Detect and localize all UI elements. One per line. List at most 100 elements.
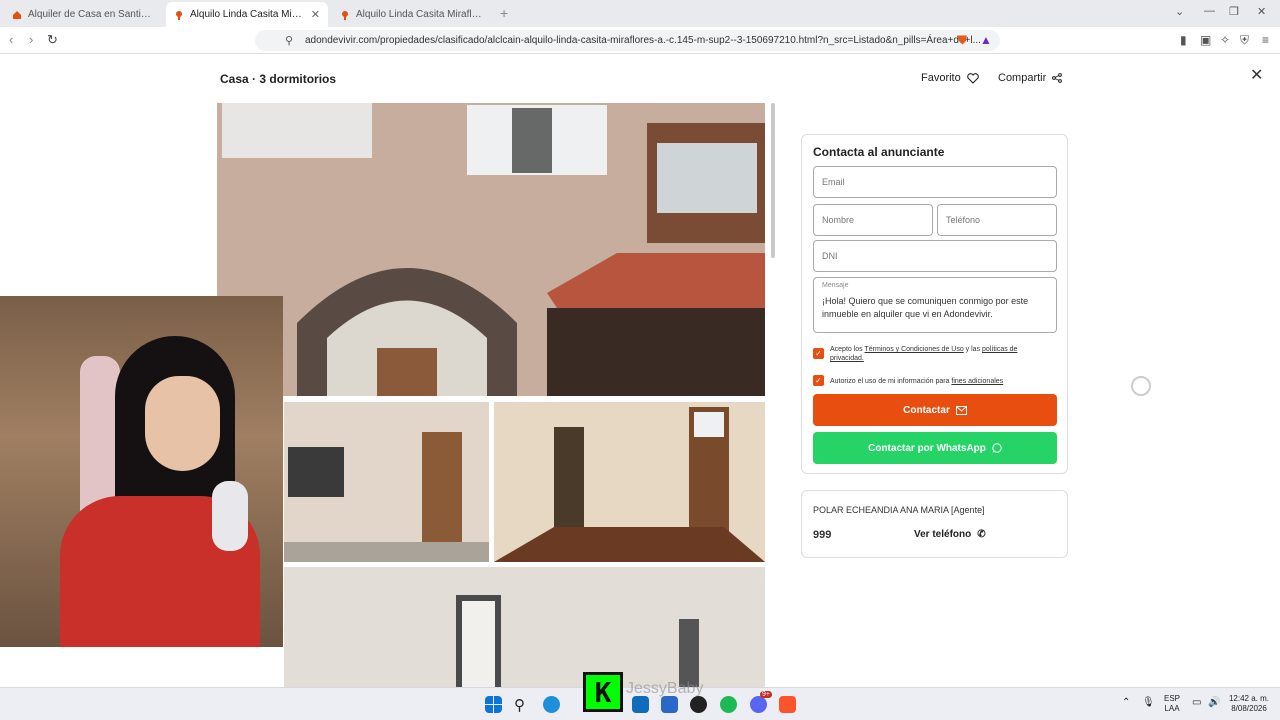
maximize-icon[interactable]: ❐ — [1229, 5, 1239, 18]
outlook-icon[interactable] — [632, 696, 649, 713]
tab-title: Alquilo Linda Casita Miraflores (A. C — [356, 9, 484, 20]
tab-alquiler-santiago[interactable]: Alquiler de Casa en Santiago de Surc — [4, 2, 162, 27]
address-bar[interactable]: adondevivir.com/propiedades/clasificado/… — [255, 30, 1000, 51]
sidebar-icon[interactable]: ▮ — [1180, 33, 1187, 47]
phone-icon: ✆ — [977, 529, 986, 540]
listing-photo-hallway[interactable] — [494, 402, 765, 562]
mic-tray-icon[interactable]: 🎙 — [1142, 698, 1155, 708]
browser-toolbar: ‹ › ↻ ⌑ adondevivir.com/propiedades/clas… — [0, 27, 1280, 54]
whatsapp-button[interactable]: Contactar por WhatsApp — [813, 432, 1057, 464]
terms-prefix: Acepto los — [830, 346, 865, 353]
tab-title: Alquilo Linda Casita Miraflores (A. — [190, 9, 305, 20]
favorite-label: Favorito — [921, 72, 961, 84]
show-phone-label: Ver teléfono — [914, 529, 972, 540]
terms-text: Acepto los Términos y Condiciones de Uso… — [830, 345, 1050, 363]
store-icon[interactable] — [661, 696, 678, 713]
tab-alquilo-linda-casita-active[interactable]: Alquilo Linda Casita Miraflores (A. ✕ — [166, 2, 328, 27]
kick-logo: K — [583, 672, 623, 712]
email-placeholder: Email — [822, 177, 845, 187]
share-label: Compartir — [998, 72, 1047, 84]
house-facade-illustration — [217, 103, 765, 396]
reload-icon[interactable]: ↻ — [47, 32, 58, 48]
contact-form-card: Contacta al anunciante Email Nombre Telé… — [801, 134, 1068, 474]
interior-photo-illustration — [284, 567, 765, 687]
close-modal-icon[interactable]: ✕ — [1250, 65, 1263, 85]
streamer-face — [145, 376, 220, 471]
leo-ai-icon[interactable]: ✧ — [1220, 33, 1230, 47]
volume-icon[interactable]: 🔊 — [1208, 698, 1220, 708]
back-icon[interactable]: ‹ — [9, 32, 13, 47]
heart-icon — [966, 72, 979, 84]
favorite-button[interactable]: Favorito — [921, 72, 979, 84]
terms-checkbox[interactable]: ✓ — [813, 348, 824, 359]
terms-link[interactable]: Términos y Condiciones de Uso — [865, 346, 964, 353]
tray-chevron-icon[interactable]: ⌃ — [1122, 698, 1130, 708]
whatsapp-icon — [992, 443, 1002, 453]
brave-shields-icon[interactable]: ⛊ — [958, 33, 967, 48]
terms-mid: y las — [963, 346, 983, 353]
language-indicator[interactable]: ESP LAA — [1164, 694, 1180, 714]
contact-button[interactable]: Contactar — [813, 394, 1057, 426]
message-textarea[interactable]: Mensaje ¡Hola! Quiero que se comuniquen … — [813, 277, 1057, 333]
dni-field[interactable]: DNI — [813, 240, 1057, 272]
minimize-icon[interactable]: — — [1204, 5, 1215, 17]
consent-prefix: Autorizo el uso de mi información para — [830, 378, 952, 385]
loading-spinner-icon — [1131, 376, 1151, 396]
obs-icon[interactable] — [690, 696, 707, 713]
gallery-scrollbar[interactable] — [771, 103, 775, 258]
search-icon[interactable]: ⚲ — [514, 696, 531, 714]
spotify-icon[interactable] — [720, 696, 737, 713]
contact-button-label: Contactar — [903, 404, 950, 416]
consent-link[interactable]: fines adicionales — [951, 378, 1003, 385]
share-button[interactable]: Compartir — [998, 72, 1063, 84]
name-field[interactable]: Nombre — [813, 204, 933, 236]
brave-taskbar-icon[interactable] — [779, 696, 796, 713]
close-tab-icon[interactable]: ✕ — [311, 8, 320, 21]
listing-heading: Casa · 3 dormitorios — [220, 72, 337, 86]
whatsapp-button-label: Contactar por WhatsApp — [868, 442, 986, 454]
contact-form-title: Contacta al anunciante — [813, 145, 945, 159]
site-favicon-icon — [13, 10, 21, 19]
new-tab-icon[interactable]: + — [500, 5, 508, 21]
streamer-webcam-overlay — [0, 296, 283, 647]
show-phone-button[interactable]: Ver teléfono ✆ — [914, 529, 986, 540]
network-icon[interactable]: ▭ — [1192, 698, 1201, 708]
site-favicon-icon — [342, 10, 348, 20]
door-photo-illustration — [284, 402, 489, 562]
clock[interactable]: 12:42 a. m. 8/08/2026 — [1226, 694, 1272, 714]
name-placeholder: Nombre — [822, 215, 855, 225]
windows-taskbar: ⚲ K JessyBaby 9+ ⌃ 🎙 ESP LAA ▭ 🔊 12:42 a… — [0, 672, 1280, 720]
forward-icon[interactable]: › — [29, 32, 33, 47]
menu-icon[interactable]: ≡ — [1262, 33, 1269, 47]
close-window-icon[interactable]: ✕ — [1257, 5, 1266, 18]
email-field[interactable]: Email — [813, 166, 1057, 198]
microphone — [212, 481, 248, 551]
wallet-icon[interactable]: ▣ — [1200, 33, 1211, 47]
agent-name: POLAR ECHEANDIA ANA MARIA [Agente] — [813, 505, 985, 515]
phone-field[interactable]: Teléfono — [937, 204, 1057, 236]
hallway-photo-illustration — [494, 402, 765, 562]
tab-alquilo-linda-casita-2[interactable]: Alquilo Linda Casita Miraflores (A. C — [332, 2, 492, 27]
site-info-icon[interactable]: ⚲ — [285, 34, 293, 47]
edge-icon[interactable] — [543, 696, 560, 713]
share-icon — [1052, 73, 1063, 83]
vpn-icon[interactable]: ⛨ — [1240, 33, 1249, 48]
agent-phone-partial: 999 — [813, 529, 832, 541]
consent-checkbox[interactable]: ✓ — [813, 375, 824, 386]
notification-badge: 9+ — [760, 691, 772, 698]
listing-photo-door[interactable] — [284, 402, 489, 562]
url-text: adondevivir.com/propiedades/clasificado/… — [305, 35, 981, 46]
windows-start-icon[interactable] — [485, 696, 502, 713]
listing-photo-interior[interactable] — [284, 567, 765, 687]
brave-rewards-icon[interactable]: ▲ — [980, 33, 992, 47]
browser-tab-strip: Alquiler de Casa en Santiago de Surc Alq… — [0, 0, 1280, 27]
phone-placeholder: Teléfono — [946, 215, 981, 225]
envelope-icon — [955, 405, 967, 415]
tab-search-chevron-icon[interactable]: ⌄ — [1175, 5, 1184, 18]
discord-icon[interactable] — [750, 696, 767, 713]
consent-text: Autorizo el uso de mi información para f… — [830, 377, 1050, 386]
message-label: Mensaje — [822, 282, 849, 289]
main-listing-photo[interactable] — [217, 103, 765, 396]
site-favicon-icon — [176, 10, 182, 20]
message-value: ¡Hola! Quiero que se comuniquen conmigo … — [822, 296, 1029, 319]
